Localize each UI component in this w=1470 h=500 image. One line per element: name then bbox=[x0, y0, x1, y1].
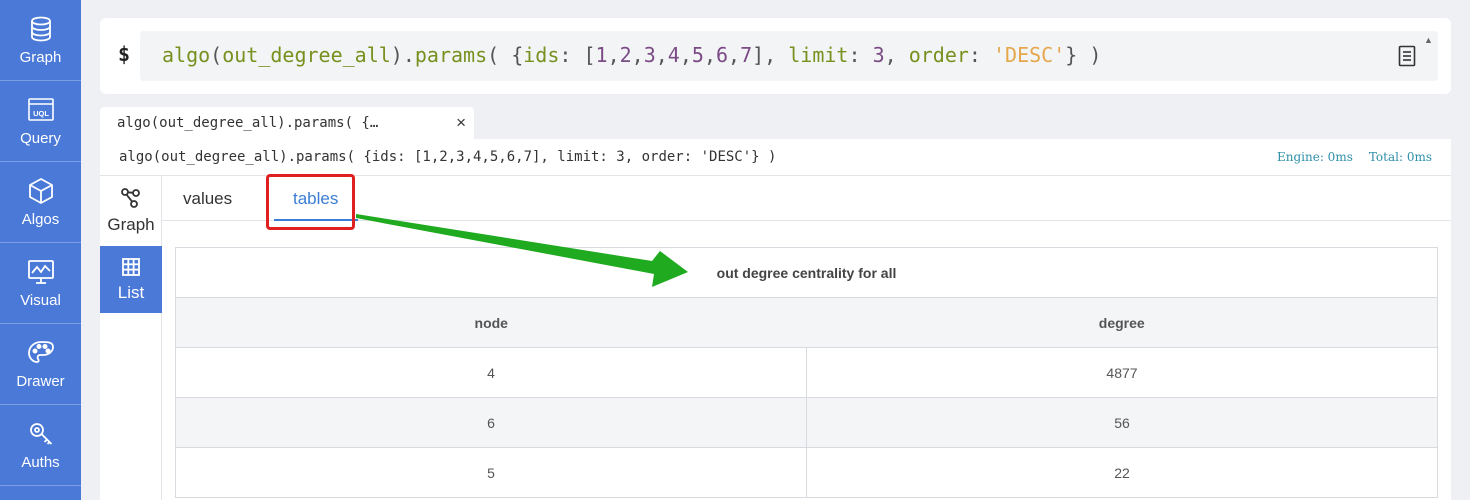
table-row: 5 22 bbox=[176, 447, 1437, 497]
monitor-chart-icon bbox=[27, 259, 54, 284]
cmd-token-limit-key: limit bbox=[788, 43, 849, 67]
command-prompt: $ bbox=[118, 42, 131, 66]
annotation-highlight-box bbox=[266, 174, 355, 230]
table-cell-node: 5 bbox=[487, 464, 495, 481]
svg-text:UQL: UQL bbox=[33, 109, 49, 118]
cube-icon bbox=[28, 177, 53, 204]
sidebar-item-label: Visual bbox=[20, 291, 61, 309]
column-header-node: node bbox=[474, 314, 508, 331]
sidebar-item-graph[interactable]: Graph bbox=[0, 0, 81, 81]
key-icon bbox=[29, 422, 52, 445]
table-cell-degree: 56 bbox=[806, 398, 1437, 447]
table-row: 6 56 bbox=[176, 397, 1437, 447]
palette-icon bbox=[27, 340, 54, 363]
cmd-token-id: 4 bbox=[667, 43, 680, 67]
engine-time: Engine: 0ms bbox=[1276, 150, 1353, 164]
sidebar-item-visual[interactable]: Visual bbox=[0, 243, 81, 324]
cmd-token-order-value: 'DESC' bbox=[993, 43, 1066, 67]
mode-list-label: List bbox=[117, 282, 145, 302]
tab-values[interactable]: values bbox=[183, 189, 232, 209]
sidebar: Graph UQL Query Algos Visual Drawer Auth… bbox=[0, 0, 81, 500]
sidebar-item-label: Drawer bbox=[16, 372, 65, 390]
cmd-token-id: 5 bbox=[691, 43, 704, 67]
scroll-up-arrow-icon[interactable]: ▲ bbox=[1424, 35, 1434, 45]
table-cell-degree: 22 bbox=[806, 448, 1437, 497]
sidebar-item-drawer[interactable]: Drawer bbox=[0, 324, 81, 405]
sidebar-item-algos[interactable]: Algos bbox=[0, 162, 81, 243]
database-icon bbox=[30, 16, 51, 41]
table-icon bbox=[122, 257, 140, 276]
cmd-token-id: 1 bbox=[595, 43, 608, 67]
cmd-token-fn: algo bbox=[162, 43, 211, 67]
cmd-token-ids: 1,2,3,4,5,6,7 bbox=[595, 43, 753, 67]
mode-graph-label: Graph bbox=[107, 215, 155, 234]
cmd-token-limit-value: 3 bbox=[872, 43, 885, 67]
result-table: out degree centrality for all node degre… bbox=[175, 247, 1438, 498]
uql-icon: UQL bbox=[27, 97, 54, 121]
command-text[interactable]: algo(out_degree_all).params( {ids: [1,2,… bbox=[162, 43, 1101, 67]
sidebar-item-auths[interactable]: Auths bbox=[0, 405, 81, 486]
mode-list-button[interactable]: List bbox=[100, 246, 162, 313]
document-icon[interactable] bbox=[1398, 45, 1416, 67]
sidebar-item-label: Query bbox=[20, 129, 61, 147]
cmd-token-id: 2 bbox=[619, 43, 632, 67]
command-input[interactable]: algo(out_degree_all).params( {ids: [1,2,… bbox=[140, 31, 1438, 81]
sidebar-item-query[interactable]: UQL Query bbox=[0, 81, 81, 162]
cmd-token-id: 7 bbox=[740, 43, 753, 67]
mode-graph-button[interactable]: Graph bbox=[100, 176, 162, 246]
table-cell-node: 6 bbox=[487, 414, 495, 431]
command-panel: $ algo(out_degree_all).params( {ids: [1,… bbox=[100, 18, 1451, 94]
column-header-degree: degree bbox=[1098, 314, 1145, 331]
table-caption: out degree centrality for all bbox=[716, 264, 897, 281]
total-time: Total: 0ms bbox=[1368, 150, 1432, 164]
result-subtabs: values tables bbox=[162, 176, 1451, 221]
sidebar-item-label: Algos bbox=[21, 210, 60, 228]
cmd-token-algo: out_degree_all bbox=[222, 43, 391, 67]
table-header-row: node degree bbox=[176, 297, 1437, 347]
table-row: 4 4877 bbox=[176, 347, 1437, 397]
cmd-token-ids-key: ids bbox=[523, 43, 560, 67]
result-tab-label: algo(out_degree_all).params( {… bbox=[117, 115, 379, 131]
graph-nodes-icon bbox=[121, 188, 140, 208]
timing-info: Engine: 0ms Total: 0ms bbox=[1261, 150, 1432, 164]
sidebar-item-label: Graph bbox=[19, 48, 62, 66]
table-cell-degree: 4877 bbox=[806, 348, 1437, 397]
cmd-token-method: params bbox=[414, 43, 488, 67]
view-mode-column: Graph List bbox=[100, 176, 162, 500]
result-tab[interactable]: algo(out_degree_all).params( {… × bbox=[100, 107, 474, 140]
close-icon[interactable]: × bbox=[456, 113, 466, 133]
result-query: algo(out_degree_all).params( {ids: [1,2,… bbox=[119, 149, 777, 165]
cmd-token-id: 6 bbox=[715, 43, 729, 67]
sidebar-item-label: Auths bbox=[21, 453, 60, 471]
cmd-token-id: 3 bbox=[643, 43, 656, 67]
cmd-token-order-key: order bbox=[908, 43, 969, 67]
table-cell-node: 4 bbox=[487, 364, 495, 381]
